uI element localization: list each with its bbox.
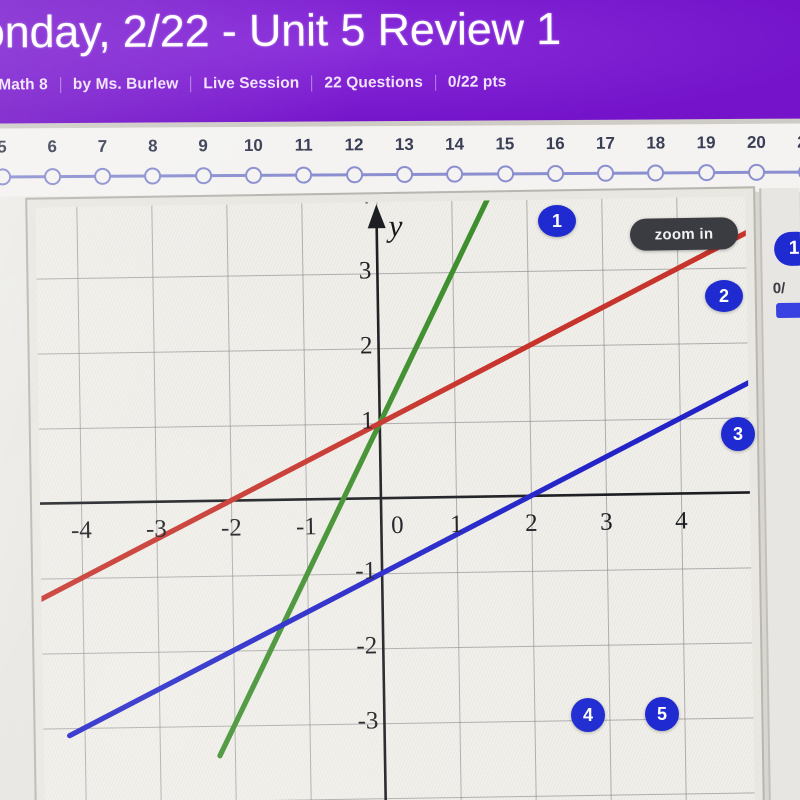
x-tick-label: 4 bbox=[674, 507, 688, 535]
progress-number-label: 19 bbox=[696, 133, 716, 153]
x-tick-label: -1 bbox=[295, 513, 317, 541]
progress-node-12[interactable] bbox=[345, 166, 363, 184]
progress-number-label: 12 bbox=[344, 135, 364, 155]
progress-node-19[interactable] bbox=[697, 164, 715, 182]
progress-number-label: 17 bbox=[595, 133, 616, 153]
progress-node-13[interactable] bbox=[395, 165, 414, 184]
progress-node-14[interactable] bbox=[446, 165, 464, 183]
header-meta-item: Math 8 bbox=[0, 76, 48, 94]
progress-node-17[interactable] bbox=[597, 164, 615, 182]
progress-number-label: 8 bbox=[148, 136, 158, 156]
x-tick-label: 0 bbox=[390, 511, 404, 540]
x-tick-label: -4 bbox=[70, 516, 93, 545]
graph-badge-4[interactable]: 4 bbox=[571, 698, 605, 732]
progress-node-6[interactable] bbox=[43, 168, 61, 186]
progress-node-15[interactable] bbox=[496, 165, 514, 183]
progress-number-label: 7 bbox=[97, 136, 108, 156]
sidebar-chip[interactable] bbox=[775, 302, 800, 319]
graph-badge-1[interactable]: 1 bbox=[538, 205, 576, 237]
progress-number-label: 5 bbox=[0, 137, 7, 157]
header-meta-bar: Math 8 by Ms. Burlew Live Session 22 Questi… bbox=[0, 71, 800, 94]
progress-number-label: 6 bbox=[47, 137, 58, 157]
progress-number-label: 15 bbox=[495, 134, 515, 154]
header-meta-item: 0/22 pts bbox=[447, 73, 507, 91]
x-tick-label: 3 bbox=[599, 508, 613, 536]
question-progress-strip[interactable]: 5 6 7 8 9 10 11 12 13 14 15 16 17 18 19 20 21 bbox=[0, 123, 800, 197]
y-tick-label: 3 bbox=[358, 257, 372, 285]
progress-number-label: 11 bbox=[294, 135, 313, 155]
x-tick-label: 1 bbox=[449, 510, 463, 539]
x-axis-line bbox=[39, 491, 754, 505]
quiz-header: onday, 2/22 - Unit 5 Review 1 Math 8 by M… bbox=[0, 0, 800, 124]
progress-node-5[interactable] bbox=[0, 168, 11, 186]
graph-badge-2[interactable]: 2 bbox=[705, 280, 743, 312]
progress-node-16[interactable] bbox=[546, 165, 564, 183]
progress-number-label: 16 bbox=[545, 134, 565, 154]
zoom-in-button[interactable]: zoom in bbox=[629, 217, 739, 251]
progress-number-label: 13 bbox=[394, 134, 414, 155]
progress-nodes-container: 5 6 7 8 9 10 11 12 13 14 15 16 17 18 19 20 21 bbox=[0, 124, 800, 197]
y-axis-label: y bbox=[388, 207, 403, 244]
graph-badge-5[interactable]: 5 bbox=[645, 697, 679, 731]
plot-line-line-2[interactable] bbox=[35, 219, 756, 624]
graph-badge-3[interactable]: 3 bbox=[721, 417, 755, 451]
screenshot-root: onday, 2/22 - Unit 5 Review 1 Math 8 by M… bbox=[0, 0, 800, 800]
x-tick-label: 2 bbox=[524, 509, 538, 537]
page-title: onday, 2/22 - Unit 5 Review 1 bbox=[0, 3, 562, 58]
y-tick-label: -2 bbox=[356, 632, 378, 660]
progress-node-20[interactable] bbox=[748, 163, 766, 181]
progress-number-label: 18 bbox=[646, 133, 666, 153]
progress-node-10[interactable] bbox=[245, 166, 263, 184]
progress-node-9[interactable] bbox=[194, 167, 212, 185]
progress-number-label: 21 bbox=[797, 132, 800, 152]
y-tick-label: -1 bbox=[355, 557, 377, 585]
header-meta-item: 22 Questions bbox=[324, 73, 423, 92]
progress-number-label: 10 bbox=[243, 135, 263, 155]
progress-number-label: 20 bbox=[746, 132, 766, 152]
progress-node-11[interactable] bbox=[295, 166, 313, 184]
y-tick-label: 4 bbox=[328, 196, 370, 211]
x-tick-label: -2 bbox=[220, 514, 243, 542]
progress-number-label: 9 bbox=[198, 136, 208, 156]
y-tick-label: 1 bbox=[361, 407, 374, 435]
header-meta-item: by Ms. Burlew bbox=[72, 75, 179, 94]
sidebar-question-badge[interactable]: 1 bbox=[773, 231, 800, 267]
y-tick-label: -3 bbox=[357, 707, 379, 735]
progress-number-label: 14 bbox=[445, 134, 465, 154]
sidebar-score-label: 0/ bbox=[772, 279, 786, 298]
x-tick-label: -3 bbox=[145, 515, 168, 543]
header-meta-item: Live Session bbox=[203, 74, 300, 93]
y-tick-label: 2 bbox=[359, 332, 373, 360]
plot-line-line-3[interactable] bbox=[64, 369, 756, 739]
progress-node-8[interactable] bbox=[144, 167, 162, 185]
progress-node-7[interactable] bbox=[94, 167, 112, 185]
progress-node-18[interactable] bbox=[647, 164, 665, 182]
